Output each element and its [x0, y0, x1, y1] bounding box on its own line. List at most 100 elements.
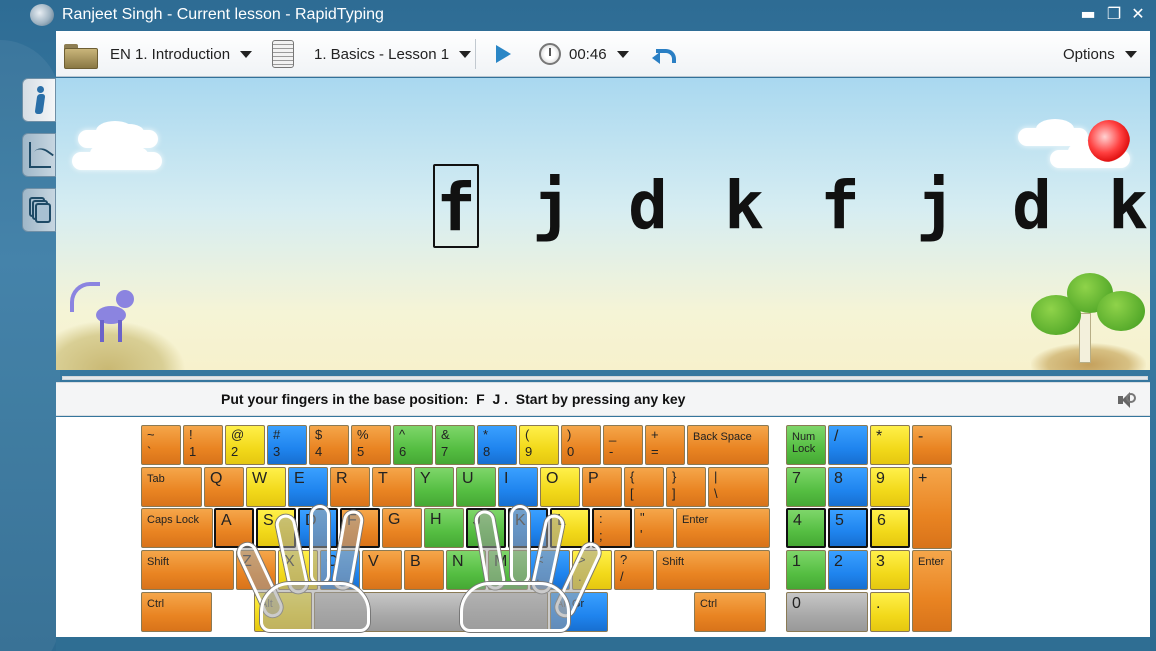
key-y[interactable]: Y: [414, 467, 454, 507]
key-shift-label: >: [578, 552, 586, 567]
key-symbol[interactable]: | \: [708, 467, 769, 507]
key-symbol[interactable]: :;: [592, 508, 632, 548]
key-tab[interactable]: Tab: [141, 467, 202, 507]
key-shift-label: ~: [147, 427, 155, 442]
key-u[interactable]: U: [456, 467, 496, 507]
key-shift-label: ): [567, 427, 572, 442]
key-shift[interactable]: Shift: [656, 550, 770, 590]
numpad-key[interactable]: 5: [828, 508, 868, 548]
undo-button[interactable]: [652, 31, 676, 77]
close-icon[interactable]: ✕: [1126, 3, 1150, 25]
tab-lessons[interactable]: [22, 188, 56, 232]
numpad-key[interactable]: 1: [786, 550, 826, 590]
numpad-key[interactable]: -: [912, 425, 952, 465]
key-ctrl[interactable]: Ctrl: [141, 592, 212, 632]
key-h[interactable]: H: [424, 508, 464, 548]
app-logo-icon[interactable]: [30, 4, 54, 26]
key-back-space[interactable]: Back Space: [687, 425, 769, 465]
key-l[interactable]: L: [550, 508, 590, 548]
numpad-key[interactable]: +: [912, 467, 952, 549]
key-g[interactable]: G: [382, 508, 422, 548]
key-n[interactable]: N: [446, 550, 486, 590]
numpad-key[interactable]: /: [828, 425, 868, 465]
key-symbol[interactable]: <,: [530, 550, 570, 590]
numpad-num-lock[interactable]: Num Lock: [786, 425, 826, 465]
key-c[interactable]: C: [320, 550, 360, 590]
numpad-key[interactable]: 2: [828, 550, 868, 590]
key-w[interactable]: W: [246, 467, 286, 507]
key-symbol[interactable]: + =: [645, 425, 685, 465]
play-button[interactable]: [496, 31, 511, 77]
key-symbol[interactable]: ~ `: [141, 425, 181, 465]
key-alt[interactable]: Alt: [254, 592, 312, 632]
key-shift-label: *: [483, 427, 489, 442]
key-shift[interactable]: Shift: [141, 550, 234, 590]
key-symbol[interactable]: _ -: [603, 425, 643, 465]
numpad-key[interactable]: 0: [786, 592, 868, 632]
key-symbol[interactable]: }]: [666, 467, 706, 507]
key-i[interactable]: I: [498, 467, 538, 507]
tab-typing[interactable]: [22, 78, 56, 122]
key-symbol[interactable]: ) 0: [561, 425, 601, 465]
key-symbol[interactable]: & 7: [435, 425, 475, 465]
key-enter[interactable]: Enter: [676, 508, 770, 548]
key-caps-lock[interactable]: Caps Lock: [141, 508, 213, 548]
lesson-selector[interactable]: 1. Basics - Lesson 1: [272, 31, 472, 77]
key-symbol[interactable]: % 5: [351, 425, 391, 465]
key-f[interactable]: F: [340, 508, 380, 548]
key-symbol[interactable]: (9: [519, 425, 559, 465]
key-symbol[interactable]: ! 1: [183, 425, 223, 465]
tab-statistics[interactable]: [22, 133, 56, 177]
key-ctrl[interactable]: Ctrl: [694, 592, 766, 632]
key-symbol[interactable]: * 8: [477, 425, 517, 465]
key-symbol[interactable]: $4: [309, 425, 349, 465]
key-r[interactable]: R: [330, 467, 370, 507]
key-m[interactable]: M: [488, 550, 528, 590]
window-bottom-edge: [56, 637, 1150, 651]
key-symbol[interactable]: ? /: [614, 550, 654, 590]
key-symbol[interactable]: >.: [572, 550, 612, 590]
key-symbol[interactable]: #3: [267, 425, 307, 465]
key-symbol[interactable]: @2: [225, 425, 265, 465]
numpad-key[interactable]: 9: [870, 467, 910, 507]
key-o[interactable]: O: [540, 467, 580, 507]
numpad-key[interactable]: 8: [828, 467, 868, 507]
key-shift-label: ^: [399, 427, 406, 442]
key-a[interactable]: A: [214, 508, 254, 548]
timer-selector[interactable]: 00:46: [539, 31, 629, 77]
numpad-key[interactable]: Enter: [912, 550, 952, 632]
key-j[interactable]: J: [466, 508, 506, 548]
key-v[interactable]: V: [362, 550, 402, 590]
key-label: A: [221, 512, 232, 529]
key-label: Alt Gr: [556, 598, 585, 610]
key-label: Num Lock: [792, 431, 816, 455]
key-label: Ctrl: [700, 598, 718, 610]
numpad-key[interactable]: 6: [870, 508, 910, 548]
key-shift-label: $: [315, 427, 323, 442]
minimize-icon[interactable]: ▬: [1076, 3, 1100, 25]
key-s[interactable]: S: [256, 508, 296, 548]
key-symbol[interactable]: " ': [634, 508, 674, 548]
numpad-key[interactable]: 4: [786, 508, 826, 548]
key-t[interactable]: T: [372, 467, 412, 507]
key-symbol[interactable]: {[: [624, 467, 664, 507]
maximize-icon[interactable]: ❐: [1102, 3, 1126, 25]
key-symbol[interactable]: ^ 6: [393, 425, 433, 465]
key-space[interactable]: [314, 592, 548, 632]
key-b[interactable]: B: [404, 550, 444, 590]
options-menu[interactable]: Options: [1063, 31, 1137, 77]
key-alt-gr[interactable]: Alt Gr: [550, 592, 608, 632]
key-q[interactable]: Q: [204, 467, 244, 507]
key-label: Caps Lock: [147, 514, 199, 526]
key-e[interactable]: E: [288, 467, 328, 507]
key-z[interactable]: Z: [236, 550, 276, 590]
key-p[interactable]: P: [582, 467, 622, 507]
numpad-key[interactable]: 3: [870, 550, 910, 590]
course-selector[interactable]: EN 1. Introduction: [64, 31, 253, 77]
key-k[interactable]: K: [508, 508, 548, 548]
numpad-key[interactable]: 7: [786, 467, 826, 507]
numpad-key[interactable]: .: [870, 592, 910, 632]
numpad-key[interactable]: *: [870, 425, 910, 465]
key-x[interactable]: X: [278, 550, 318, 590]
key-d[interactable]: D: [298, 508, 338, 548]
